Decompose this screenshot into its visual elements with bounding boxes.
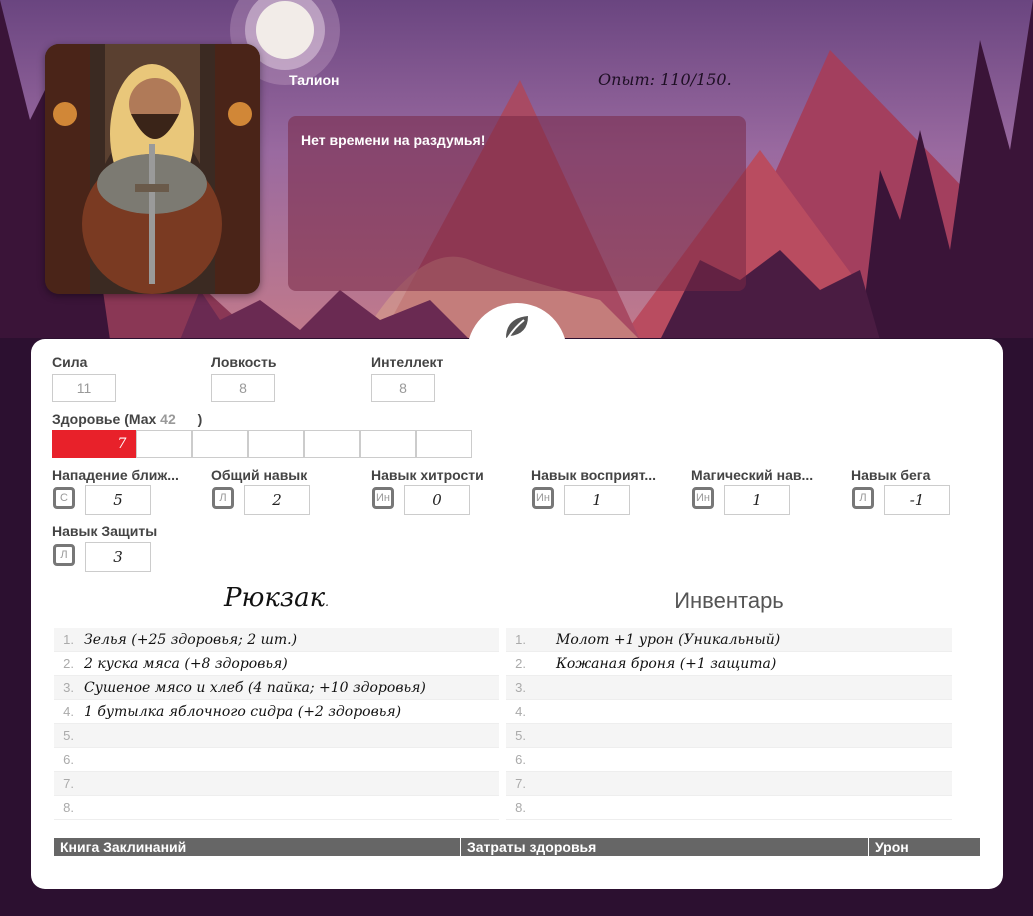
spellbook-col-cost: Затраты здоровья (461, 838, 869, 856)
skill-value[interactable]: 5 (85, 485, 151, 515)
item-number: 7. (515, 776, 526, 791)
inventory-list: 1. Молот +1 урон (Уникальный) 2. Кожаная б… (506, 628, 952, 820)
spellbook-header: Книга Заклинаний Затраты здоровья Урон (54, 838, 980, 856)
skill-label: Навык восприят... (531, 467, 657, 483)
strength-value[interactable]: 11 (52, 374, 116, 402)
item-text: Зелья (+25 здоровья; 2 шт.) (84, 631, 298, 648)
item-number: 7. (63, 776, 74, 791)
character-portrait (45, 44, 260, 294)
spellbook-col-damage: Урон (875, 839, 909, 855)
skill-value[interactable]: 0 (404, 485, 470, 515)
item-text: Кожаная броня (+1 защита) (556, 655, 777, 672)
backpack-title-mark: . (325, 595, 329, 609)
skill-value[interactable]: 2 (244, 485, 310, 515)
skill-label: Навык хитрости (371, 467, 484, 483)
item-number: 8. (515, 800, 526, 815)
backpack-list: 1. Зелья (+25 здоровья; 2 шт.) 2. 2 куска … (54, 628, 499, 820)
strength-label: Сила (52, 354, 88, 370)
health-cell (192, 430, 248, 458)
skill-attr-chip[interactable]: С (53, 487, 75, 509)
backpack-title-text: Рюкзак (224, 583, 326, 613)
item-number: 6. (515, 752, 526, 767)
list-item[interactable]: 2. 2 куска мяса (+8 здоровья) (54, 652, 499, 676)
health-cell-current: 7 (108, 430, 136, 458)
skill-attr-chip[interactable]: Л (212, 487, 234, 509)
item-number: 2. (63, 656, 74, 671)
item-number: 4. (63, 704, 74, 719)
item-text: Молот +1 урон (Уникальный) (556, 631, 781, 648)
list-item[interactable]: 4. 1 бутылка яблочного сидра (+2 здоровь… (54, 700, 499, 724)
health-label-suffix: ) (197, 411, 203, 427)
skill-attr-chip[interactable]: Ин (532, 487, 554, 509)
health-cell (360, 430, 416, 458)
skill-label: Навык бега (851, 467, 931, 483)
health-cell (248, 430, 304, 458)
item-number: 1. (515, 632, 526, 647)
list-item[interactable]: 3. Сушеное мясо и хлеб (4 пайка; +10 здор… (54, 676, 499, 700)
skill-label: Навык Защиты (52, 523, 158, 539)
item-number: 4. (515, 704, 526, 719)
list-item[interactable]: 3. (506, 676, 952, 700)
skill-attr-chip[interactable]: Ин (372, 487, 394, 509)
experience-counter: Опыт: 110/150. (598, 70, 732, 89)
health-cell (304, 430, 360, 458)
list-item[interactable]: 7. (506, 772, 952, 796)
item-number: 5. (515, 728, 526, 743)
list-item[interactable]: 5. (54, 724, 499, 748)
item-number: 3. (63, 680, 74, 695)
list-item[interactable]: 1. Зелья (+25 здоровья; 2 шт.) (54, 628, 499, 652)
list-item[interactable]: 2. Кожаная броня (+1 защита) (506, 652, 952, 676)
item-text: Сушеное мясо и хлеб (4 пайка; +10 здоров… (84, 679, 426, 696)
intellect-label: Интеллект (371, 354, 444, 370)
intellect-value[interactable]: 8 (371, 374, 435, 402)
item-number: 3. (515, 680, 526, 695)
health-label-prefix: Здоровье (Мах (52, 411, 157, 427)
health-cell (52, 430, 108, 458)
health-label: Здоровье (Мах 42 ) (52, 411, 202, 427)
skill-value[interactable]: -1 (884, 485, 950, 515)
list-item[interactable]: 8. (54, 796, 499, 820)
skill-value[interactable]: 1 (724, 485, 790, 515)
skill-attr-chip[interactable]: Ин (692, 487, 714, 509)
item-text: 1 бутылка яблочного сидра (+2 здоровья) (84, 703, 402, 720)
agility-label: Ловкость (211, 354, 277, 370)
skill-value[interactable]: 3 (85, 542, 151, 572)
backpack-title: Рюкзак. (54, 583, 499, 613)
inventory-title: Инвентарь (674, 588, 784, 613)
list-item[interactable]: 6. (506, 748, 952, 772)
agility-value[interactable]: 8 (211, 374, 275, 402)
list-item[interactable]: 8. (506, 796, 952, 820)
speech-box: Нет времени на раздумья! (288, 116, 746, 291)
item-number: 1. (63, 632, 74, 647)
leaf-icon[interactable] (500, 310, 534, 344)
skill-attr-chip[interactable]: Л (53, 544, 75, 566)
character-name: Талион (289, 72, 340, 88)
list-item[interactable]: 5. (506, 724, 952, 748)
list-item[interactable]: 1. Молот +1 урон (Уникальный) (506, 628, 952, 652)
list-item[interactable]: 7. (54, 772, 499, 796)
skill-value[interactable]: 1 (564, 485, 630, 515)
list-item[interactable]: 6. (54, 748, 499, 772)
spellbook-col-name: Книга Заклинаний (54, 838, 461, 856)
skill-label: Нападение ближ... (52, 467, 179, 483)
health-cell (136, 430, 192, 458)
skill-attr-chip[interactable]: Л (852, 487, 874, 509)
item-number: 5. (63, 728, 74, 743)
health-max: 42 (160, 411, 176, 427)
item-number: 2. (515, 656, 526, 671)
skill-label: Магический нав... (691, 467, 814, 483)
health-cell (416, 430, 472, 458)
item-number: 6. (63, 752, 74, 767)
health-bar[interactable]: 7 (52, 430, 472, 458)
item-text: 2 куска мяса (+8 здоровья) (84, 655, 288, 672)
speech-text: Нет времени на раздумья! (301, 132, 486, 148)
item-number: 8. (63, 800, 74, 815)
skill-label: Общий навык (211, 467, 308, 483)
list-item[interactable]: 4. (506, 700, 952, 724)
